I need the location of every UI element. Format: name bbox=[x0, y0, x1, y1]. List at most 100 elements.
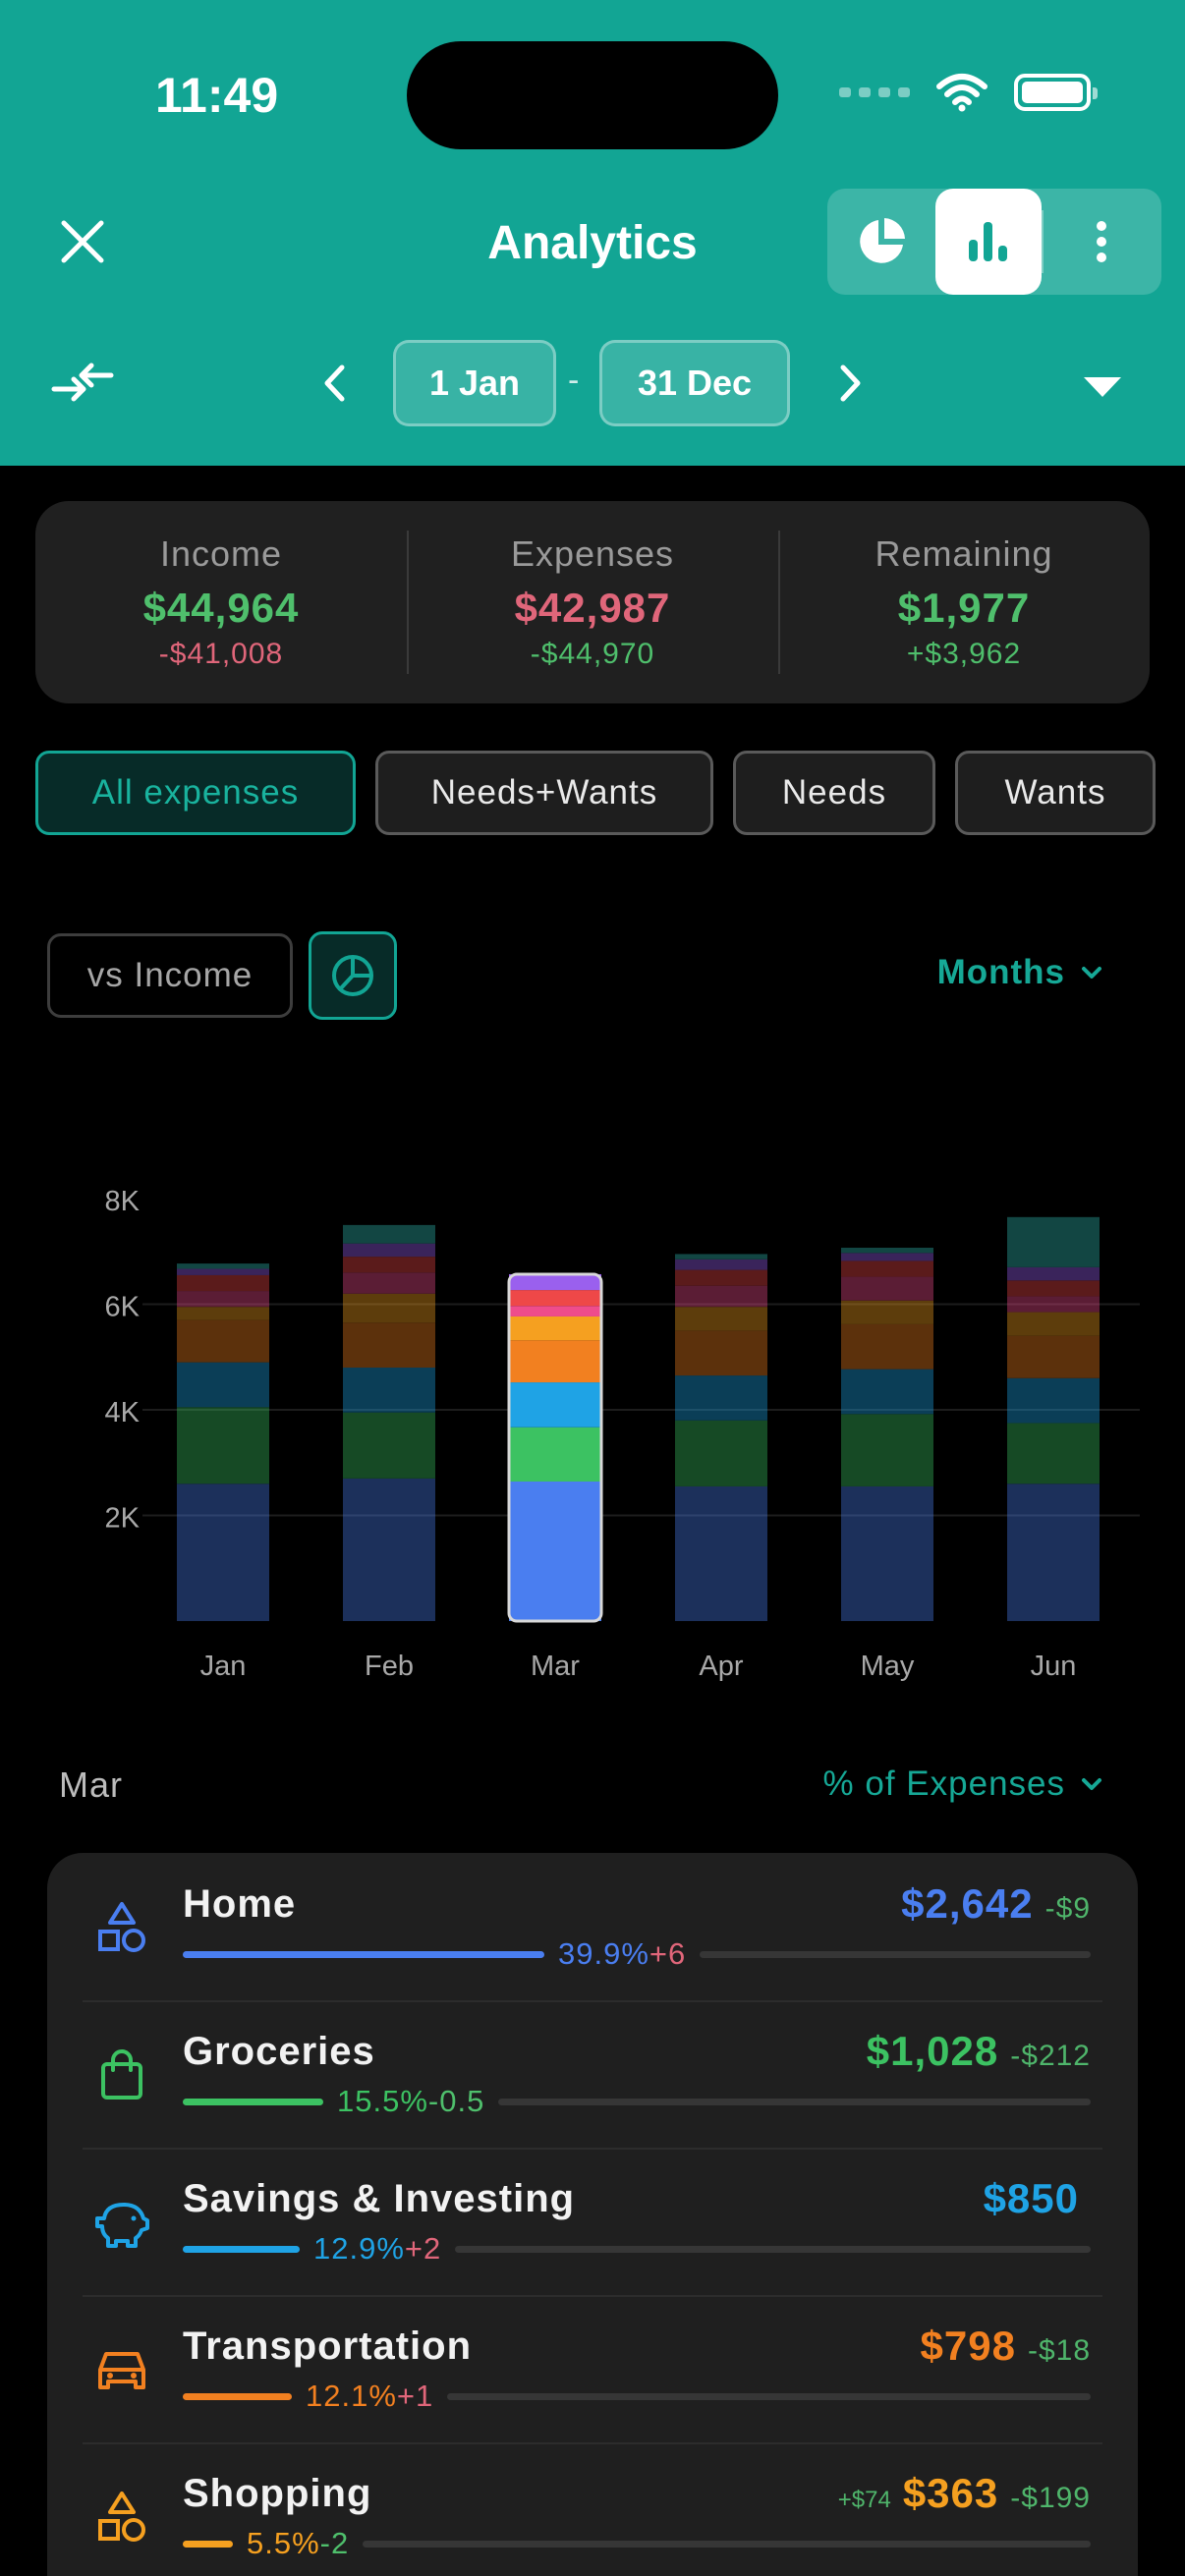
bar-segment bbox=[343, 1412, 435, 1479]
category-row[interactable]: Groceries $1,028 -$212 15.5% -0.5 bbox=[47, 2000, 1138, 2148]
category-amount: $850 bbox=[983, 2175, 1079, 2221]
category-progress: 15.5% -0.5 bbox=[183, 2084, 1091, 2118]
bar-segment bbox=[841, 1485, 933, 1621]
bar-segment bbox=[509, 1481, 601, 1621]
income-summary[interactable]: Income $44,964 -$41,008 bbox=[35, 501, 407, 703]
wifi-icon bbox=[936, 74, 988, 112]
category-percent-delta: -2 bbox=[319, 2526, 350, 2560]
end-date-button[interactable]: 31 Dec bbox=[599, 340, 790, 426]
status-icons bbox=[839, 73, 1098, 112]
bar-segment bbox=[675, 1307, 767, 1331]
bar-apr[interactable] bbox=[675, 1254, 767, 1621]
filter-chip-needs[interactable]: Needs bbox=[733, 751, 935, 835]
category-name: Savings & Investing bbox=[183, 2177, 576, 2220]
remaining-summary[interactable]: Remaining $1,977 +$3,962 bbox=[778, 501, 1150, 703]
filter-chip-wants[interactable]: Wants bbox=[955, 751, 1156, 835]
bar-segment bbox=[1007, 1312, 1100, 1336]
category-progress-track bbox=[447, 2392, 1091, 2400]
bar-segment bbox=[675, 1420, 767, 1486]
period-granularity-label: Months bbox=[936, 953, 1065, 991]
bar-mar[interactable] bbox=[509, 1273, 601, 1621]
category-amount: $2,642 bbox=[901, 1880, 1034, 1927]
compare-button[interactable] bbox=[47, 354, 118, 413]
income-label: Income bbox=[159, 533, 283, 574]
category-amount-delta: -$18 bbox=[1027, 2334, 1091, 2367]
start-date-button[interactable]: 1 Jan bbox=[393, 340, 556, 426]
bar-segment bbox=[343, 1293, 435, 1323]
category-percent-delta: +2 bbox=[404, 2231, 442, 2266]
bar-segment bbox=[841, 1300, 933, 1324]
category-amounts: +$74 $363 -$199 bbox=[838, 2470, 1091, 2517]
category-progress-track bbox=[455, 2245, 1091, 2253]
expense-filter-chips: All expenses Needs+Wants Needs Wants bbox=[35, 751, 1156, 835]
category-progress-fill bbox=[183, 2245, 300, 2253]
category-percent-delta: +1 bbox=[396, 2379, 434, 2413]
x-tick-label: Apr bbox=[699, 1651, 743, 1682]
bar-segment bbox=[177, 1319, 269, 1363]
pie-view-button[interactable] bbox=[827, 189, 935, 295]
bar-segment bbox=[177, 1268, 269, 1275]
x-tick-label: Jan bbox=[200, 1651, 247, 1682]
filter-chip-all-expenses[interactable]: All expenses bbox=[35, 751, 356, 835]
expenses-label: Expenses bbox=[510, 533, 675, 574]
vs-income-toggle[interactable]: vs Income bbox=[47, 933, 293, 1018]
category-percent: 15.5% bbox=[337, 2084, 428, 2118]
period-granularity-select[interactable]: Months bbox=[937, 953, 1102, 992]
y-tick-label: 8K bbox=[105, 1186, 141, 1217]
bar-view-button[interactable] bbox=[935, 189, 1042, 295]
shopping-bag-icon bbox=[94, 2047, 149, 2102]
previous-period-button[interactable] bbox=[310, 354, 358, 413]
monthly-expenses-chart[interactable]: 8K 6K 4K 2K Jan Feb Mar Apr May Jun bbox=[0, 1061, 1185, 1690]
summary-card: Income $44,964 -$41,008 Expenses $42,987… bbox=[35, 501, 1150, 703]
breakdown-metric-select[interactable]: % of Expenses bbox=[823, 1764, 1102, 1804]
bar-jan[interactable] bbox=[177, 1263, 269, 1621]
x-tick-label: Feb bbox=[365, 1651, 414, 1682]
category-list: Home $2,642 -$9 39.9% +6 Groceries $1,02… bbox=[47, 1853, 1138, 2576]
category-amounts: $2,642 -$9 bbox=[889, 1880, 1091, 1928]
next-period-button[interactable] bbox=[827, 354, 875, 413]
category-amount-delta: -$199 bbox=[1010, 2482, 1091, 2514]
bar-segment bbox=[841, 1276, 933, 1301]
category-amounts: $850 bbox=[972, 2175, 1091, 2222]
close-icon bbox=[61, 220, 104, 263]
category-row[interactable]: Savings & Investing $850 12.9% +2 bbox=[47, 2148, 1138, 2295]
bar-segment bbox=[343, 1243, 435, 1258]
bar-segment bbox=[509, 1382, 601, 1428]
category-amount: $1,028 bbox=[866, 2028, 999, 2074]
category-progress-fill bbox=[183, 2392, 292, 2400]
bar-segment bbox=[841, 1253, 933, 1261]
category-percent: 12.9% bbox=[313, 2231, 405, 2266]
category-amount: $798 bbox=[920, 2323, 1016, 2369]
bar-jun[interactable] bbox=[1007, 1216, 1100, 1621]
bar-segment bbox=[509, 1340, 601, 1383]
category-progress: 12.9% +2 bbox=[183, 2231, 1091, 2266]
chevron-right-icon bbox=[840, 364, 861, 402]
expenses-summary[interactable]: Expenses $42,987 -$44,970 bbox=[407, 501, 778, 703]
breakdown-metric-label: % of Expenses bbox=[822, 1764, 1065, 1803]
bar-feb[interactable] bbox=[343, 1224, 435, 1621]
pie-overlay-toggle[interactable] bbox=[309, 931, 397, 1020]
more-options-button[interactable] bbox=[1044, 189, 1159, 295]
chevron-down-icon bbox=[1082, 967, 1101, 979]
bar-segment bbox=[343, 1368, 435, 1413]
bar-segment bbox=[841, 1260, 933, 1277]
period-dropdown-button[interactable] bbox=[1077, 367, 1128, 407]
bar-segment bbox=[343, 1224, 435, 1244]
pie-chart-icon bbox=[860, 218, 905, 263]
bar-segment bbox=[177, 1407, 269, 1484]
filter-chip-needs-wants[interactable]: Needs+Wants bbox=[375, 751, 713, 835]
y-tick-label: 2K bbox=[105, 1503, 141, 1535]
shapes-icon bbox=[94, 2490, 149, 2545]
category-progress: 5.5% -2 bbox=[183, 2526, 1091, 2560]
category-amount: $363 bbox=[902, 2470, 999, 2516]
status-time: 11:49 bbox=[155, 68, 279, 123]
category-amounts: $798 -$18 bbox=[909, 2323, 1091, 2370]
bar-segment bbox=[509, 1427, 601, 1482]
car-icon bbox=[94, 2342, 149, 2397]
close-button[interactable] bbox=[53, 212, 112, 271]
bar-may[interactable] bbox=[841, 1247, 933, 1621]
category-row[interactable]: Shopping +$74 $363 -$199 5.5% -2 bbox=[47, 2442, 1138, 2576]
bar-chart-icon bbox=[969, 222, 1007, 261]
category-row[interactable]: Transportation $798 -$18 12.1% +1 bbox=[47, 2295, 1138, 2442]
category-row[interactable]: Home $2,642 -$9 39.9% +6 bbox=[47, 1853, 1138, 2000]
